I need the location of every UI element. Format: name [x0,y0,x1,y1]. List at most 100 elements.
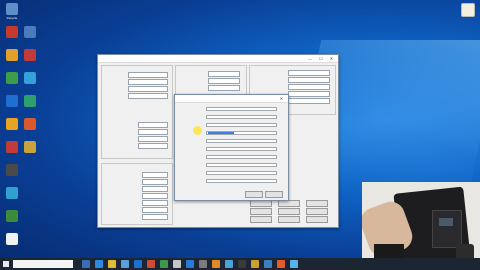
app-icon[interactable] [238,260,246,268]
lower-field-7[interactable] [142,214,168,220]
app-icon [6,164,18,176]
left-field-6[interactable] [138,129,168,135]
desktop-shortcut[interactable] [21,141,39,154]
app-icon[interactable] [290,260,298,268]
lower-field-1[interactable] [142,172,168,178]
desktop-shortcut[interactable] [21,49,39,62]
window-controls[interactable]: — ☐ ✕ [308,56,336,61]
right-field-5[interactable] [288,98,330,104]
app-icon[interactable] [173,260,181,268]
task-view-icon[interactable] [82,260,90,268]
left-field-1[interactable] [128,72,168,78]
desktop-shortcut[interactable] [3,164,21,177]
left-field-7[interactable] [138,136,168,142]
app-icon [6,95,18,107]
action-button-4[interactable] [250,208,272,215]
left-field-5[interactable] [138,122,168,128]
app-icon[interactable] [186,260,194,268]
dialog-field-input[interactable] [206,122,277,127]
camera-overlay-photo [362,182,480,270]
lower-field-6[interactable] [142,207,168,213]
lower-field-5[interactable] [142,200,168,206]
action-button-9[interactable] [306,216,328,223]
left-field-4[interactable] [128,93,168,99]
lower-field-4[interactable] [142,193,168,199]
dialog-titlebar: ✕ [175,95,288,103]
right-field-2[interactable] [288,77,330,83]
device-display [439,218,453,226]
app-icon[interactable] [277,260,285,268]
app-icon[interactable] [225,260,233,268]
action-button-5[interactable] [278,208,300,215]
action-button-8[interactable] [278,216,300,223]
left-field-3[interactable] [128,86,168,92]
action-button-7[interactable] [250,216,272,223]
app-icon[interactable] [251,260,259,268]
action-button-2[interactable] [278,200,300,207]
desktop-shortcut[interactable] [21,95,39,108]
dialog-field-input[interactable] [206,146,277,151]
desktop-shortcut[interactable] [21,26,39,39]
desktop-shortcut[interactable] [3,49,21,62]
app-icon [6,118,18,130]
dialog-field-input[interactable] [206,154,277,159]
app-icon [6,72,18,84]
left-field-8[interactable] [138,143,168,149]
dialog-field-input[interactable] [206,138,277,143]
dialog-field-input[interactable] [206,114,277,119]
action-button-1[interactable] [250,200,272,207]
dialog-cancel-button[interactable] [265,191,283,198]
right-field-3[interactable] [288,84,330,90]
lower-field-3[interactable] [142,186,168,192]
middle-field-2[interactable] [208,78,240,84]
app-icon[interactable] [212,260,220,268]
search-box[interactable] [13,260,73,268]
app-icon[interactable] [199,260,207,268]
dialog-field-input[interactable] [206,178,277,183]
desktop-shortcut[interactable]: Recycle [3,3,21,20]
desktop-shortcut[interactable] [3,210,21,223]
desktop-shortcut[interactable] [3,118,21,131]
app-icon [24,49,36,61]
desktop-shortcut[interactable] [3,187,21,200]
store-icon[interactable] [121,260,129,268]
desktop-shortcut[interactable] [3,141,21,154]
dialog-field-input[interactable] [206,170,277,175]
dialog-ok-button[interactable] [245,191,263,198]
file-icon [461,3,475,17]
dialog-field-input[interactable] [206,162,277,167]
middle-field-1[interactable] [208,71,240,77]
desktop-shortcut-label: Recycle [6,16,18,20]
main-window-titlebar: — ☐ ✕ [98,55,338,63]
desktop-shortcut[interactable] [21,72,39,85]
right-field-4[interactable] [288,91,330,97]
taskbar [0,258,480,270]
desktop-shortcut[interactable] [3,72,21,85]
app-icon [6,187,18,199]
start-icon[interactable] [3,261,9,267]
dialog-close-icon[interactable]: ✕ [280,96,286,101]
app-icon [24,72,36,84]
app-icon [24,141,36,153]
app-icon[interactable] [160,260,168,268]
middle-field-3[interactable] [208,85,240,91]
desktop-shortcut[interactable] [3,233,21,246]
action-button-6[interactable] [306,208,328,215]
cursor-highlight [193,126,202,135]
desktop-shortcut[interactable] [21,118,39,131]
right-field-1[interactable] [288,70,330,76]
desktop-shortcut[interactable] [3,26,21,39]
desktop-file-icon[interactable] [459,3,477,18]
dialog-field-input[interactable] [206,106,277,111]
mail-icon[interactable] [134,260,142,268]
app-icon [24,95,36,107]
desktop-shortcut[interactable] [3,95,21,108]
app-icon[interactable] [264,260,272,268]
file-explorer-icon[interactable] [108,260,116,268]
app-icon[interactable] [147,260,155,268]
lower-field-2[interactable] [142,179,168,185]
action-button-3[interactable] [306,200,328,207]
document-icon [6,233,18,245]
left-field-2[interactable] [128,79,168,85]
edge-icon[interactable] [95,260,103,268]
